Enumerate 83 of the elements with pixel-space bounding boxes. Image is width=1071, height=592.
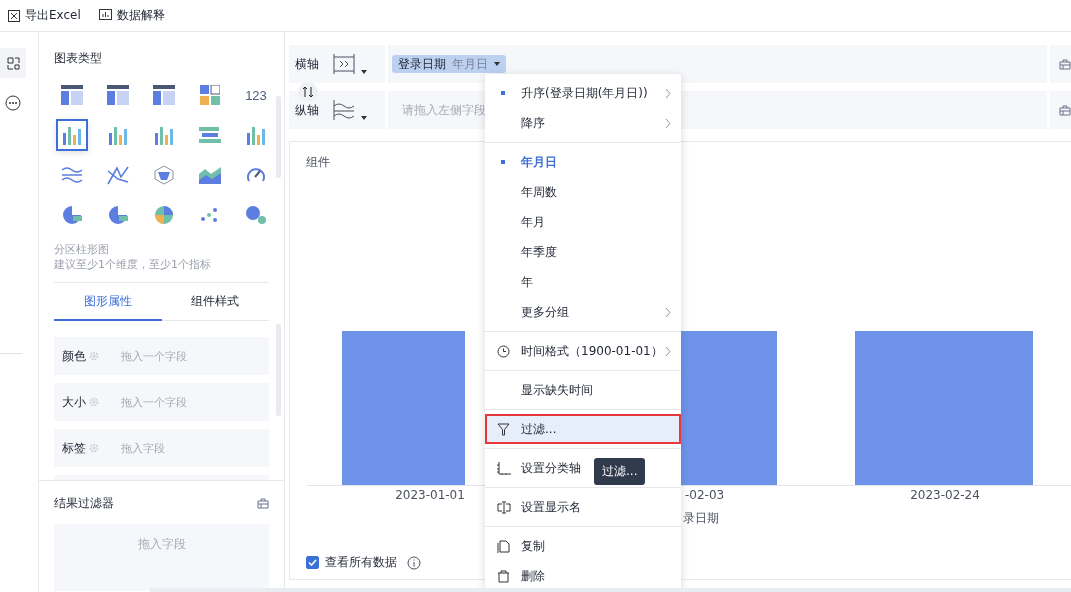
info-icon — [407, 555, 421, 570]
property-label: 大小 — [62, 393, 86, 411]
property-tab[interactable]: 图形属性 — [54, 293, 162, 321]
menu-item[interactable]: 更多分组 — [485, 297, 681, 327]
menu-item[interactable]: 删除 — [485, 561, 555, 591]
axis-tick-label: -02-03 — [685, 488, 725, 502]
gear-icon — [89, 397, 99, 407]
bar-chart-icon — [154, 125, 174, 145]
toolbar-button[interactable]: 导出Excel — [8, 7, 81, 24]
checkbox-label: 查看所有数据 — [325, 554, 397, 571]
excel-icon — [8, 9, 20, 22]
more-icon — [5, 95, 21, 111]
axis-tick-label: 2023-01-01 — [395, 488, 465, 502]
trash-icon — [497, 569, 510, 583]
section-title: 图表类型 — [54, 50, 103, 67]
area-chart-icon — [199, 166, 221, 184]
chart-type-option[interactable] — [56, 119, 88, 151]
toolbar-button[interactable]: 数据解释 — [98, 7, 165, 24]
globe-icon — [154, 205, 174, 225]
toolbox-icon — [257, 498, 269, 509]
menu-item[interactable]: 年月 — [485, 207, 555, 237]
chart-icon — [98, 9, 112, 22]
menu-item[interactable]: 年 — [485, 267, 543, 297]
pie-chart-icon — [62, 205, 82, 225]
gear-icon — [89, 443, 99, 453]
chart-type-option[interactable]: 123 — [240, 79, 272, 111]
axis-type-icon — [333, 54, 355, 74]
menu-item[interactable]: 过滤... — [485, 414, 681, 444]
pie-chart-icon — [108, 205, 128, 225]
component-rail-button[interactable] — [0, 48, 26, 78]
menu-item[interactable]: 年月日 — [485, 147, 567, 177]
table-icon — [61, 85, 83, 105]
menu-item[interactable]: 设置分类轴 — [485, 453, 591, 483]
gear-icon — [89, 351, 99, 361]
axis-field[interactable]: 登录日期 年月日 — [388, 45, 1047, 83]
tiles-icon — [200, 85, 220, 105]
horizontal-bar-icon — [199, 125, 221, 145]
menu-item[interactable]: 显示缺失时间 — [485, 375, 603, 405]
axis-type-icon — [333, 100, 355, 120]
field-placeholder: 拖入字段 — [121, 440, 165, 456]
tooltip: 过滤... — [594, 458, 646, 485]
chart-type-name: 分区柱形图 — [54, 242, 110, 257]
line-chart-icon — [107, 165, 129, 185]
clock-icon — [497, 344, 510, 358]
wave-lines-icon — [61, 166, 83, 184]
caret-icon — [494, 62, 500, 66]
axis-label: 横轴 — [295, 55, 319, 73]
caret-icon — [361, 116, 367, 120]
property-label: 标签 — [62, 439, 86, 457]
bar-chart-icon — [246, 125, 266, 145]
property-label: 颜色 — [62, 347, 86, 365]
axis-label: 纵轴 — [295, 101, 319, 119]
checkbox[interactable] — [306, 556, 319, 569]
menu-item[interactable]: 年季度 — [485, 237, 567, 267]
axis-tick-label: 2023-02-24 — [910, 488, 980, 502]
menu-item[interactable]: 复制 — [485, 531, 555, 561]
table-icon — [153, 85, 175, 105]
menu-item[interactable]: 年周数 — [485, 177, 567, 207]
menu-item[interactable]: 时间格式（1900-01-01） — [485, 336, 681, 366]
axis-placeholder: 请拖入左侧字段 — [402, 101, 486, 119]
axis-icon — [497, 461, 511, 475]
property-drop-field[interactable]: 标签 拖入字段 — [54, 429, 269, 467]
table-icon — [107, 85, 129, 105]
axis-title: 录日期 — [683, 511, 719, 525]
chart-type-hint: 建议至少1个维度，至少1个指标 — [54, 257, 212, 272]
toolbox-icon — [1059, 58, 1071, 70]
filter-icon — [497, 422, 510, 436]
field-chip[interactable]: 登录日期 年月日 — [392, 55, 506, 73]
radar-icon — [154, 165, 174, 185]
layout-icon — [6, 56, 20, 70]
chart-title: 组件 — [306, 154, 330, 171]
bubble-icon — [245, 205, 267, 225]
bar-chart-icon — [108, 125, 128, 145]
menu-item[interactable]: 设置显示名 — [485, 492, 591, 522]
caret-icon — [361, 70, 367, 74]
rename-icon — [497, 500, 511, 514]
scatter-icon — [200, 207, 220, 223]
section-title: 结果过滤器 — [54, 495, 114, 512]
toolbox-icon — [1059, 104, 1071, 116]
copy-icon — [497, 539, 510, 553]
property-tab[interactable]: 组件样式 — [161, 293, 269, 321]
bar-chart-icon — [62, 125, 82, 145]
swap-icon — [302, 86, 314, 98]
